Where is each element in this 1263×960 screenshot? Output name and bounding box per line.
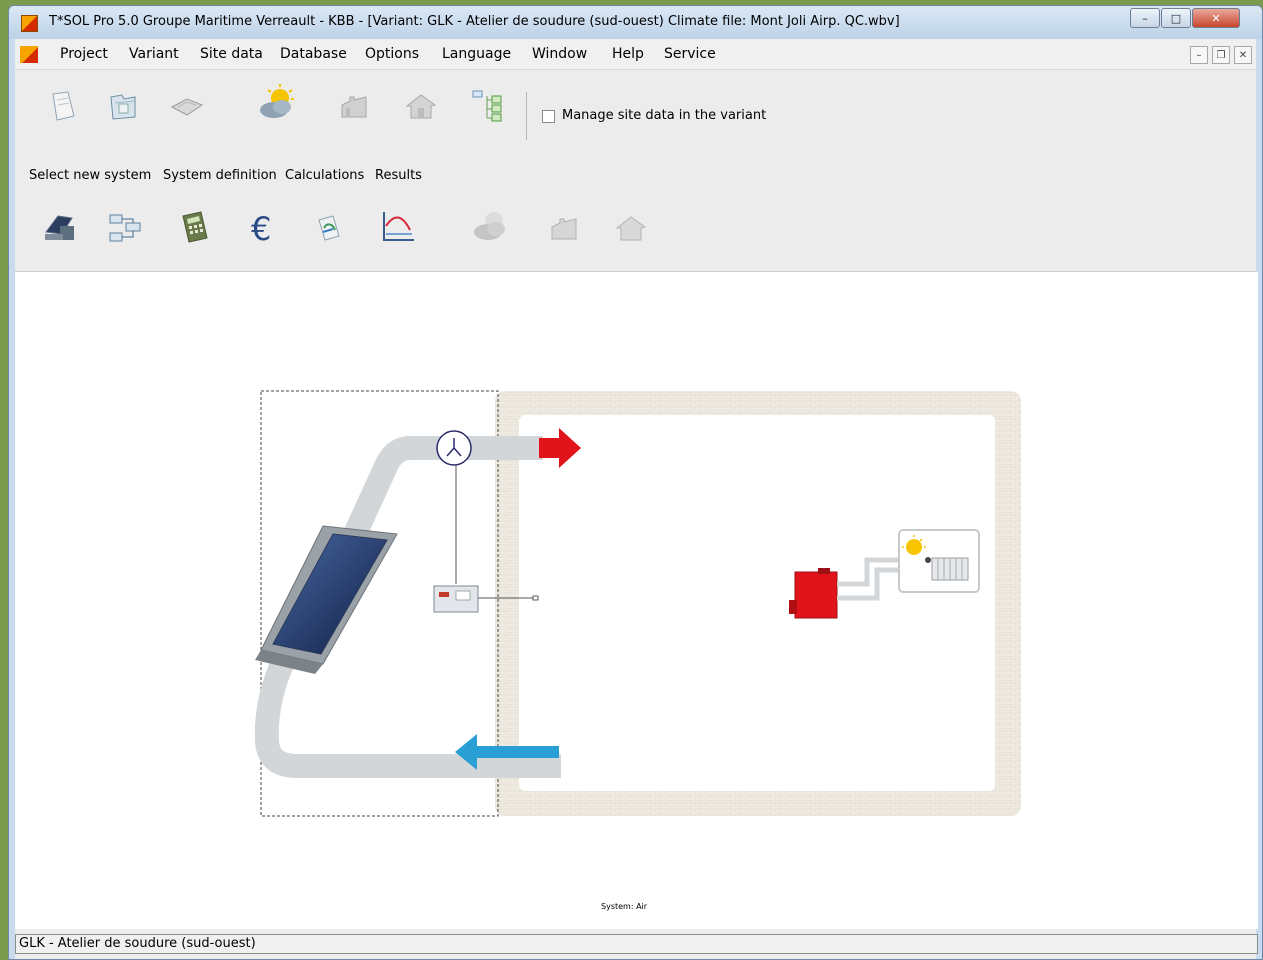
menu-options[interactable]: Options [365,46,419,62]
radiator-heated-building[interactable] [898,529,980,593]
menu-service[interactable]: Service [664,46,716,62]
mdi-minimize-button[interactable]: – [1190,46,1208,64]
svg-text:€: € [251,211,271,245]
menu-window[interactable]: Window [532,46,587,62]
factory-icon[interactable] [333,84,377,128]
site-data-tree-icon[interactable] [465,84,509,128]
manage-site-data-checkbox[interactable] [542,110,555,123]
mdi-restore-button[interactable]: ❐ [1212,46,1230,64]
climate-disabled-icon[interactable] [469,204,513,248]
manage-site-data-label: Manage site data in the variant [562,108,767,123]
calculator-icon[interactable] [173,206,217,250]
window-close-button[interactable]: ✕ [1192,8,1240,28]
chart-axes-icon[interactable] [375,206,419,250]
menu-project[interactable]: Project [60,46,108,62]
menu-language[interactable]: Language [442,46,511,62]
controller[interactable] [433,585,479,613]
tab-results[interactable]: Results [375,168,422,183]
window-title: T*SOL Pro 5.0 Groupe Maritime Verreault … [49,14,900,29]
climate-data-icon[interactable] [255,81,299,125]
euro-icon[interactable]: € [241,206,285,250]
tab-select-new-system[interactable]: Select new system [29,168,151,183]
system-diagram-canvas: System: Air [15,271,1258,929]
window-minimize-button[interactable]: – [1130,8,1160,28]
report-icon[interactable] [307,206,351,250]
tsol-app-icon[interactable] [21,15,38,32]
toolbar-area: Manage site data in the variant Select n… [15,70,1256,271]
solar-air-collector[interactable] [255,525,398,674]
house-icon[interactable] [399,84,443,128]
open-project-icon[interactable] [101,84,145,128]
mdi-close-button[interactable]: ✕ [1234,46,1252,64]
toolbar-separator [526,92,527,140]
title-bar[interactable]: T*SOL Pro 5.0 Groupe Maritime Verreault … [9,6,1262,39]
menu-help[interactable]: Help [612,46,644,62]
window-maximize-button[interactable]: □ [1161,8,1191,28]
menu-variant[interactable]: Variant [129,46,179,62]
status-bar: GLK - Atelier de soudure (sud-ouest) [15,934,1258,954]
document-system-icon[interactable] [20,46,38,63]
tab-system-definition[interactable]: System definition [163,168,277,183]
system-definition-icon[interactable] [103,206,147,250]
building-wall [495,391,1021,816]
system-caption: System: Air [601,902,648,911]
tab-calculations[interactable]: Calculations [285,168,364,183]
new-project-icon[interactable] [41,84,85,128]
collector-system-icon[interactable] [39,206,83,250]
menu-database[interactable]: Database [280,46,347,62]
save-project-icon[interactable] [165,84,209,128]
factory-disabled-icon[interactable] [543,206,587,250]
application-window: T*SOL Pro 5.0 Groupe Maritime Verreault … [8,5,1263,960]
fan-symbol[interactable] [436,430,472,466]
menu-bar: Project Variant Site data Database Optio… [15,39,1256,70]
client-area: Project Variant Site data Database Optio… [15,39,1258,959]
boiler[interactable] [789,568,838,619]
radiator-icon [931,557,969,581]
menu-site-data[interactable]: Site data [200,46,263,62]
house-disabled-icon[interactable] [609,206,653,250]
